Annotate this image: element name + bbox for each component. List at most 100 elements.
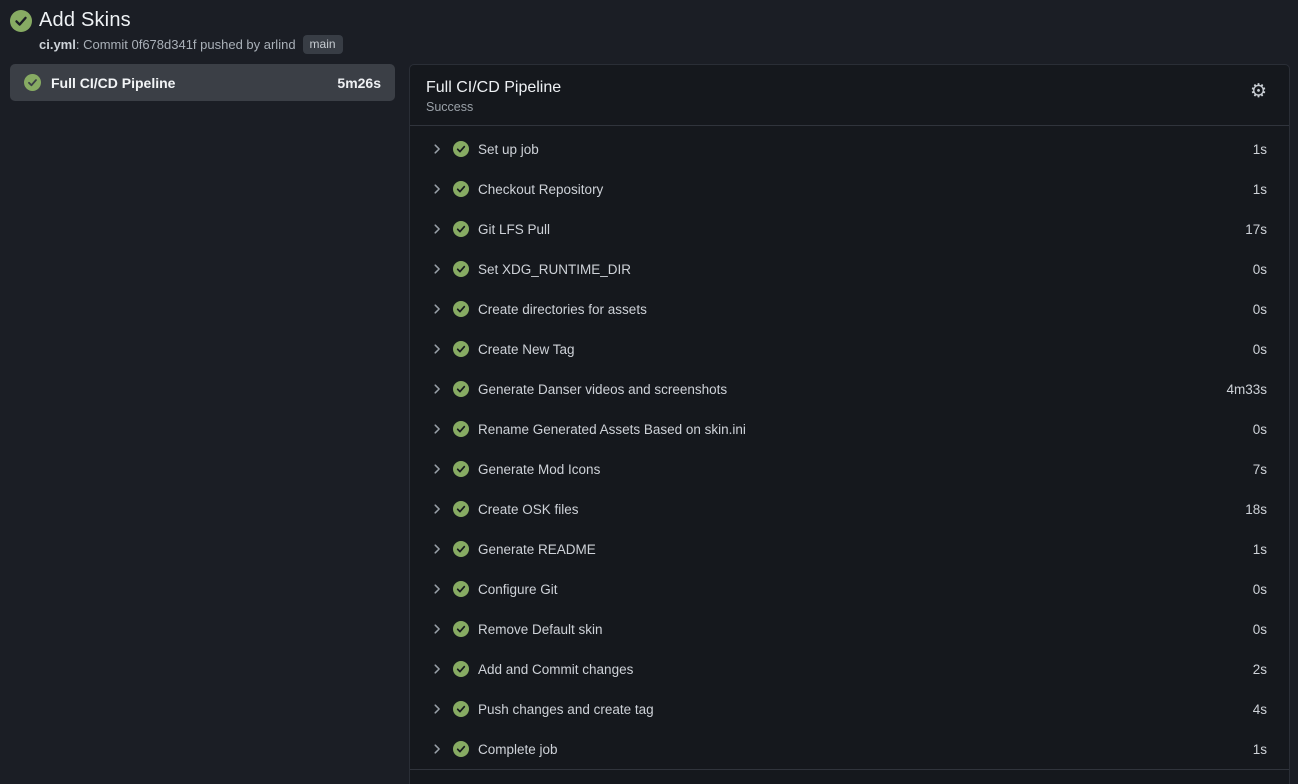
check-circle-icon (453, 421, 469, 437)
branch-badge[interactable]: main (303, 35, 343, 54)
check-circle-icon (453, 741, 469, 757)
chevron-right-icon (430, 622, 444, 636)
step-duration: 18s (1245, 502, 1267, 517)
chevron-right-icon (430, 342, 444, 356)
jobs-sidebar: Full CI/CD Pipeline 5m26s (10, 64, 395, 101)
step-row[interactable]: Set XDG_RUNTIME_DIR 0s (410, 249, 1289, 289)
step-row[interactable]: Git LFS Pull 17s (410, 209, 1289, 249)
commit-text: : Commit 0f678d341f pushed by arlind (76, 37, 296, 52)
run-header: Add Skins ci.yml: Commit 0f678d341f push… (0, 0, 1298, 64)
step-duration: 4m33s (1226, 382, 1267, 397)
chevron-right-icon (430, 502, 444, 516)
chevron-right-icon (430, 262, 444, 276)
check-circle-icon (453, 301, 469, 317)
step-row[interactable]: Complete job 1s (410, 729, 1289, 769)
check-circle-icon (453, 541, 469, 557)
panel-job-status: Success (426, 99, 1244, 116)
step-duration: 1s (1253, 742, 1267, 757)
step-name: Create directories for assets (478, 302, 1253, 317)
step-name: Configure Git (478, 582, 1253, 597)
chevron-right-icon (430, 462, 444, 476)
step-row[interactable]: Create OSK files 18s (410, 489, 1289, 529)
check-circle-icon (453, 341, 469, 357)
step-row[interactable]: Remove Default skin 0s (410, 609, 1289, 649)
step-row[interactable]: Push changes and create tag 4s (410, 689, 1289, 729)
step-duration: 0s (1253, 622, 1267, 637)
check-circle-icon (453, 621, 469, 637)
step-name: Generate README (478, 542, 1253, 557)
run-subtitle: ci.yml: Commit 0f678d341f pushed by arli… (39, 35, 1288, 54)
chevron-right-icon (430, 222, 444, 236)
step-duration: 0s (1253, 262, 1267, 277)
chevron-right-icon (430, 382, 444, 396)
chevron-right-icon (430, 302, 444, 316)
step-name: Add and Commit changes (478, 662, 1253, 677)
step-duration: 4s (1253, 702, 1267, 717)
step-duration: 0s (1253, 302, 1267, 317)
steps-list: Set up job 1s Checkout Repository 1s (410, 126, 1289, 769)
step-row[interactable]: Add and Commit changes 2s (410, 649, 1289, 689)
actions-run-page: Add Skins ci.yml: Commit 0f678d341f push… (0, 0, 1298, 784)
check-circle-icon (453, 381, 469, 397)
step-name: Create OSK files (478, 502, 1245, 517)
step-name: Generate Mod Icons (478, 462, 1253, 477)
chevron-right-icon (430, 142, 444, 156)
chevron-right-icon (430, 742, 444, 756)
step-row[interactable]: Create New Tag 0s (410, 329, 1289, 369)
sidebar-job-full-cicd-pipeline[interactable]: Full CI/CD Pipeline 5m26s (10, 64, 395, 101)
step-name: Set up job (478, 142, 1253, 157)
step-name: Set XDG_RUNTIME_DIR (478, 262, 1253, 277)
chevron-right-icon (430, 582, 444, 596)
panel-footer (410, 769, 1289, 784)
panel-job-title: Full CI/CD Pipeline (426, 77, 1244, 99)
step-duration: 0s (1253, 422, 1267, 437)
step-row[interactable]: Set up job 1s (410, 129, 1289, 169)
step-row[interactable]: Generate Danser videos and screenshots 4… (410, 369, 1289, 409)
check-circle-icon (453, 701, 469, 717)
step-duration: 7s (1253, 462, 1267, 477)
check-circle-icon (24, 74, 41, 91)
step-row[interactable]: Configure Git 0s (410, 569, 1289, 609)
check-circle-icon (453, 221, 469, 237)
step-name: Push changes and create tag (478, 702, 1253, 717)
job-detail-panel: Full CI/CD Pipeline Success ⚙ Set up job… (409, 64, 1290, 784)
job-duration: 5m26s (337, 75, 381, 91)
chevron-right-icon (430, 702, 444, 716)
chevron-right-icon (430, 542, 444, 556)
step-name: Complete job (478, 742, 1253, 757)
step-row[interactable]: Create directories for assets 0s (410, 289, 1289, 329)
step-duration: 17s (1245, 222, 1267, 237)
check-circle-icon (453, 181, 469, 197)
check-circle-icon (453, 501, 469, 517)
job-name: Full CI/CD Pipeline (51, 75, 327, 91)
step-duration: 1s (1253, 142, 1267, 157)
step-duration: 1s (1253, 182, 1267, 197)
gear-icon[interactable]: ⚙ (1244, 77, 1273, 105)
check-circle-icon (453, 581, 469, 597)
check-circle-icon (453, 661, 469, 677)
step-name: Checkout Repository (478, 182, 1253, 197)
step-name: Git LFS Pull (478, 222, 1245, 237)
check-circle-icon (453, 261, 469, 277)
step-row[interactable]: Generate README 1s (410, 529, 1289, 569)
step-name: Rename Generated Assets Based on skin.in… (478, 422, 1253, 437)
step-duration: 1s (1253, 542, 1267, 557)
step-row[interactable]: Rename Generated Assets Based on skin.in… (410, 409, 1289, 449)
step-row[interactable]: Checkout Repository 1s (410, 169, 1289, 209)
workflow-file-name: ci.yml (39, 37, 76, 52)
step-name: Create New Tag (478, 342, 1253, 357)
step-duration: 2s (1253, 662, 1267, 677)
chevron-right-icon (430, 422, 444, 436)
panel-header: Full CI/CD Pipeline Success ⚙ (410, 65, 1289, 126)
check-circle-icon (453, 141, 469, 157)
step-name: Remove Default skin (478, 622, 1253, 637)
chevron-right-icon (430, 182, 444, 196)
run-title: Add Skins (39, 9, 131, 32)
run-content: Full CI/CD Pipeline 5m26s Full CI/CD Pip… (0, 64, 1298, 784)
check-circle-icon (453, 461, 469, 477)
step-duration: 0s (1253, 582, 1267, 597)
chevron-right-icon (430, 662, 444, 676)
step-row[interactable]: Generate Mod Icons 7s (410, 449, 1289, 489)
check-circle-icon (10, 10, 32, 32)
step-duration: 0s (1253, 342, 1267, 357)
